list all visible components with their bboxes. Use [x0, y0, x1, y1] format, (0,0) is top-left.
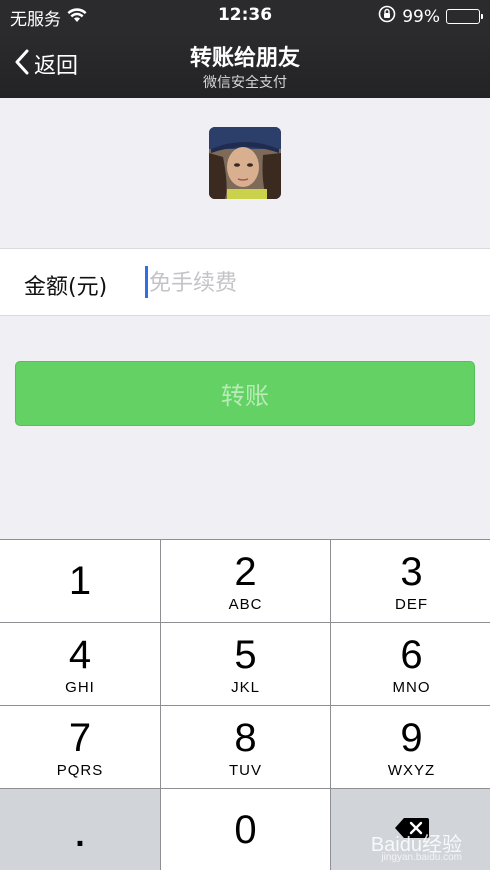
- amount-input[interactable]: [145, 263, 465, 303]
- page-subtitle: 微信安全支付: [203, 75, 287, 91]
- key-digit: 0: [234, 808, 257, 852]
- amount-row: 金额(元): [0, 248, 490, 316]
- battery-icon: [446, 9, 483, 24]
- key-letters: WXYZ: [387, 761, 436, 779]
- status-bar: 无服务 12:36 99%: [0, 0, 490, 32]
- key-letters: ABC: [228, 595, 263, 613]
- key-3[interactable]: 3 DEF: [331, 540, 490, 622]
- key-5[interactable]: 5 JKL: [161, 623, 330, 705]
- key-0[interactable]: 0: [161, 789, 330, 870]
- key-letters: MNO: [392, 678, 431, 696]
- page-title: 转账给朋友: [189, 46, 300, 71]
- key-2[interactable]: 2 ABC: [161, 540, 330, 622]
- key-digit: 4: [68, 632, 92, 677]
- key-digit: 2: [234, 549, 257, 594]
- key-digit: 7: [68, 715, 92, 760]
- battery-percent: 99%: [402, 6, 440, 27]
- key-8[interactable]: 8 TUV: [161, 706, 330, 788]
- rotation-lock-icon: [378, 5, 396, 28]
- key-letters: TUV: [229, 761, 262, 779]
- key-4[interactable]: 4 GHI: [0, 623, 160, 705]
- transfer-button[interactable]: 转账: [15, 361, 475, 426]
- key-decimal[interactable]: .: [0, 789, 160, 870]
- amount-label: 金额(元): [24, 275, 108, 300]
- key-1[interactable]: 1: [0, 540, 160, 622]
- key-digit: 9: [400, 715, 423, 760]
- key-letters: GHI: [65, 678, 95, 696]
- watermark-url: jingyan.baidu.com: [381, 852, 462, 863]
- key-9[interactable]: 9 WXYZ: [331, 706, 490, 788]
- key-letters: DEF: [395, 595, 428, 613]
- status-right-group: 99%: [378, 5, 483, 28]
- key-digit: 6: [400, 632, 423, 677]
- key-6[interactable]: 6 MNO: [331, 623, 490, 705]
- key-letters: PQRS: [56, 761, 104, 779]
- key-digit: 8: [234, 715, 257, 760]
- recipient-avatar: [209, 127, 281, 199]
- key-digit: 5: [234, 632, 257, 677]
- key-7[interactable]: 7 PQRS: [0, 706, 160, 788]
- numeric-keypad: 1 2 ABC 3 DEF 4 GHI 5 JKL 6 MNO 7 PQRS 8…: [0, 539, 490, 870]
- key-digit: 1: [68, 559, 92, 603]
- key-digit: .: [75, 815, 85, 854]
- key-letters: JKL: [231, 678, 260, 696]
- key-digit: 3: [400, 549, 423, 594]
- navigation-bar: 返回 转账给朋友 微信安全支付: [0, 32, 490, 98]
